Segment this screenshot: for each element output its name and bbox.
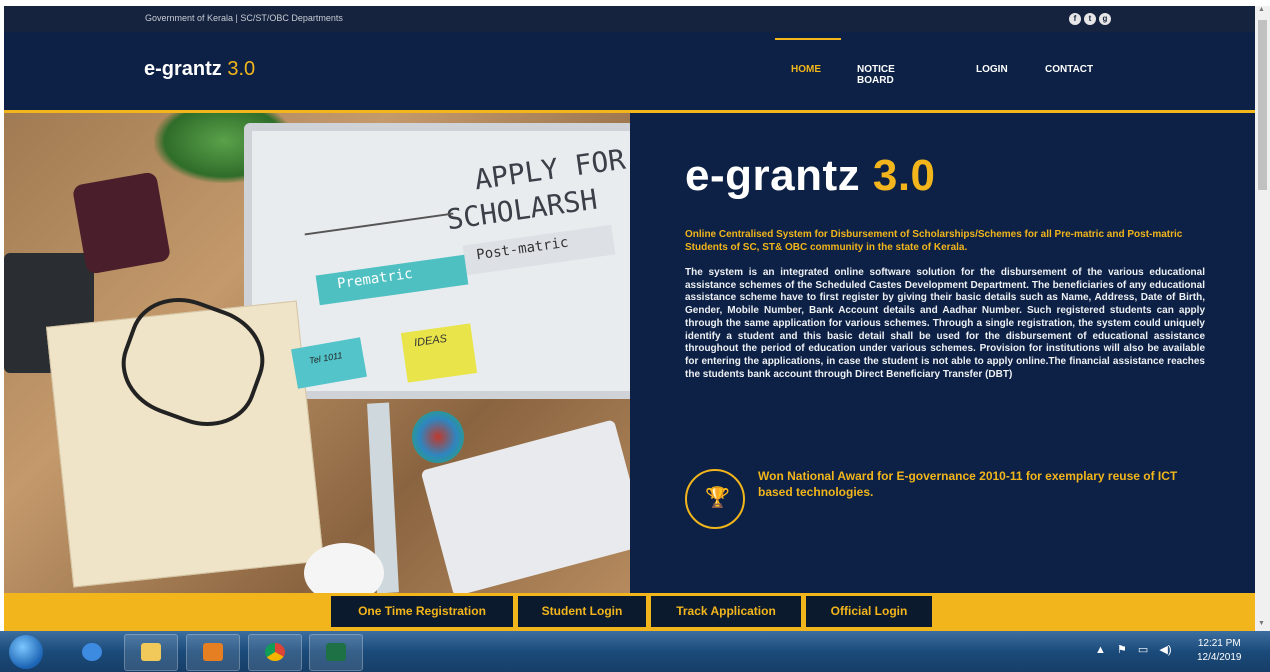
logo-version: 3.0 (227, 58, 256, 80)
coffee-cup (304, 543, 384, 593)
taskbar-media[interactable] (186, 634, 240, 671)
hero-title-main: e-grantz (685, 151, 861, 200)
nav-contact[interactable]: CONTACT (1045, 64, 1093, 75)
hero-image: APPLY FOR SCHOLARSH Post-matric Prematri… (4, 113, 630, 593)
taskbar-ie[interactable] (65, 634, 119, 671)
chrome-icon (265, 643, 285, 661)
one-time-registration-button[interactable]: One Time Registration (331, 596, 513, 627)
media-player-icon (203, 643, 223, 661)
award-text: Won National Award for E-governance 2010… (758, 469, 1178, 499)
action-center-icon[interactable]: ⚑ (1117, 644, 1127, 656)
clock-time: 12:21 PM (1197, 638, 1241, 649)
folder-icon (141, 643, 161, 661)
scroll-down-arrow-icon[interactable]: ▼ (1258, 620, 1265, 627)
hero-title: e-grantz 3.0 (685, 151, 936, 201)
internet-explorer-icon (82, 643, 102, 661)
tray-expand-icon[interactable]: ▲ (1095, 644, 1106, 656)
site-logo[interactable]: e-grantz 3.0 (144, 58, 255, 81)
government-text: Government of Kerala | SC/ST/OBC Departm… (145, 13, 343, 23)
scroll-up-arrow-icon[interactable]: ▲ (1258, 6, 1265, 13)
hero-description: The system is an integrated online softw… (685, 267, 1205, 380)
nav-notice-board[interactable]: NOTICE BOARD (857, 64, 895, 86)
twitter-icon[interactable]: t (1084, 13, 1096, 25)
track-application-button[interactable]: Track Application (651, 596, 801, 627)
logo-main: e-grantz (144, 58, 222, 80)
clock-date: 12/4/2019 (1197, 652, 1242, 663)
trophy-icon: 🏆 (705, 487, 730, 509)
award-badge: 🏆 (685, 469, 745, 529)
action-bar: One Time Registration Student Login Trac… (4, 593, 1255, 631)
sticky-note-yellow (400, 323, 478, 383)
scrollbar-thumb[interactable] (1258, 20, 1267, 190)
official-login-button[interactable]: Official Login (806, 596, 932, 627)
vertical-scrollbar[interactable]: ▲ ▼ (1255, 6, 1270, 631)
volume-icon[interactable]: ◀) (1159, 644, 1171, 656)
nav-home[interactable]: HOME (791, 64, 821, 75)
facebook-icon[interactable]: f (1069, 13, 1081, 25)
yarn-ball (412, 411, 464, 463)
start-button-icon[interactable] (9, 635, 43, 669)
hero-tagline: Online Centralised System for Disburseme… (685, 229, 1183, 253)
system-tray: ▲ ⚑ ▭ ◀) (1095, 643, 1171, 656)
google-plus-icon[interactable]: g (1099, 13, 1111, 25)
taskbar-explorer[interactable] (124, 634, 178, 671)
hero-title-version: 3.0 (872, 151, 936, 200)
nav-login[interactable]: LOGIN (976, 64, 1008, 75)
main-navbar: e-grantz 3.0 HOME NOTICE BOARD LOGIN CON… (4, 32, 1255, 113)
taskbar-excel[interactable] (309, 634, 363, 671)
taskbar-chrome[interactable] (248, 634, 302, 671)
windows-taskbar: ▲ ⚑ ▭ ◀) 12:21 PM 12/4/2019 (0, 631, 1270, 672)
top-utility-bar: Government of Kerala | SC/ST/OBC Departm… (4, 6, 1255, 32)
active-indicator (775, 38, 841, 40)
student-login-button[interactable]: Student Login (518, 596, 646, 627)
wallet (71, 171, 172, 275)
hero-content: e-grantz 3.0 Online Centralised System f… (630, 113, 1255, 593)
excel-icon (326, 643, 346, 661)
social-links: f t g (1069, 13, 1111, 25)
taskbar-clock[interactable]: 12:21 PM 12/4/2019 (1197, 637, 1242, 665)
network-icon[interactable]: ▭ (1138, 644, 1148, 656)
